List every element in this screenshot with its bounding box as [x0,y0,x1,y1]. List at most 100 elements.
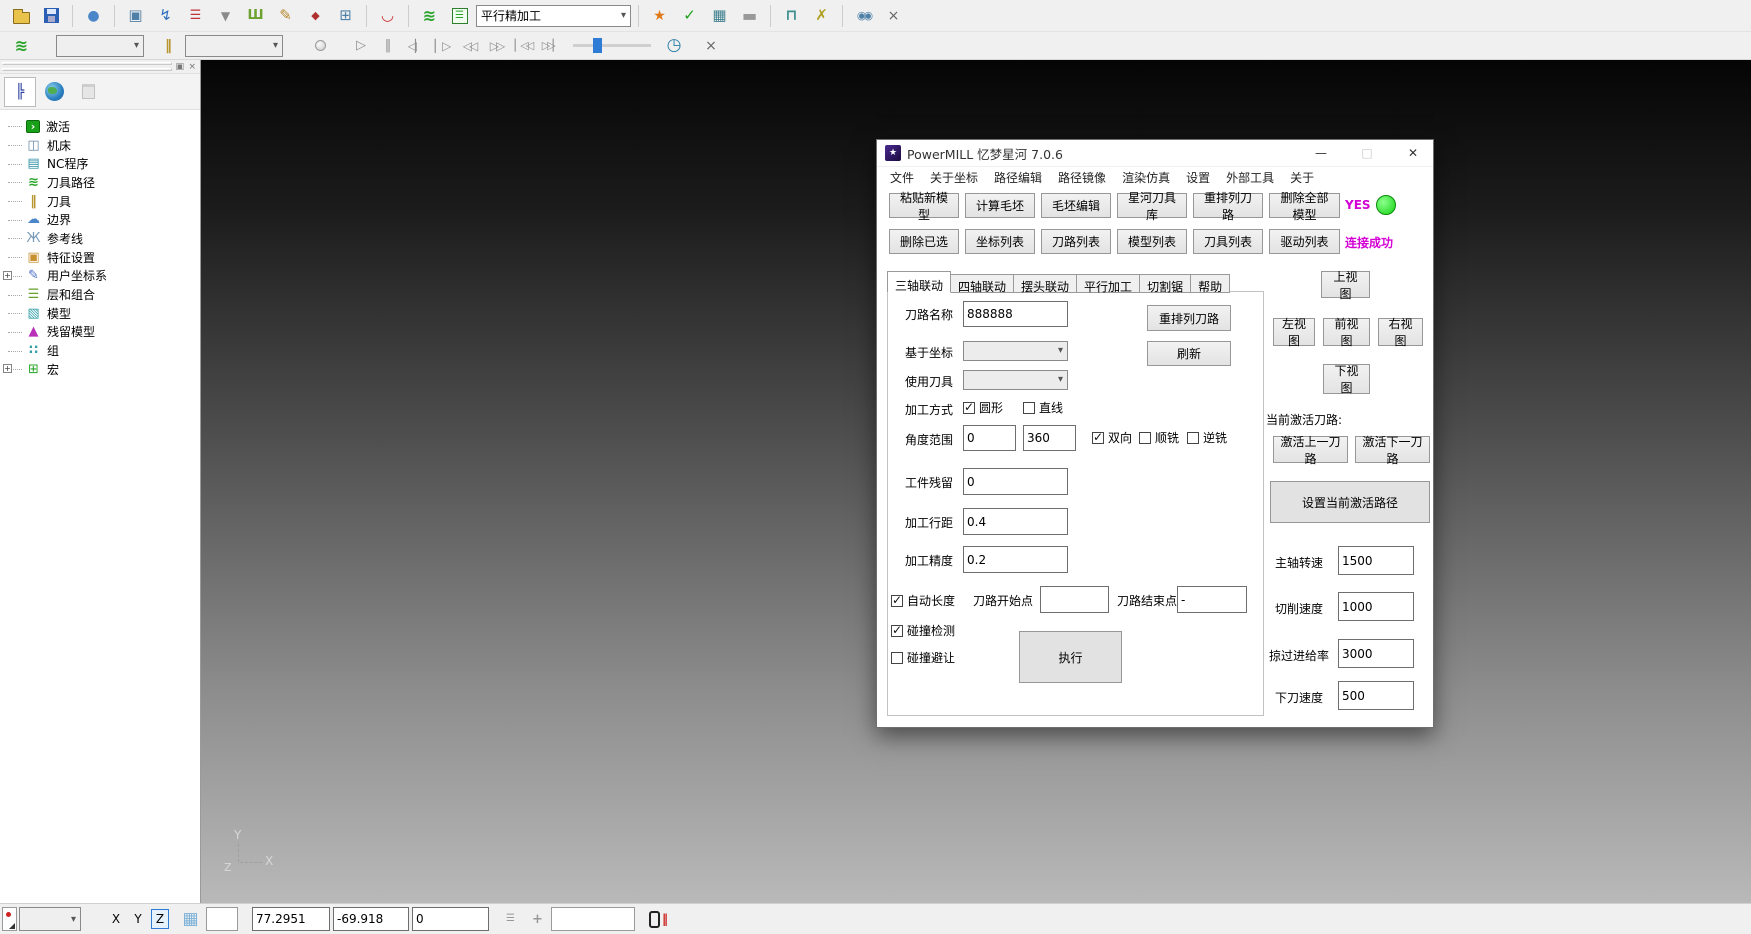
sim-toolpath-select[interactable] [56,35,144,57]
menu-settings[interactable]: 设置 [1186,169,1210,186]
rearrange-toolpaths-button[interactable]: 重排列刀路 [1193,193,1263,218]
block-icon[interactable] [122,3,149,29]
collision-check-icon[interactable] [646,3,673,29]
end-point-input[interactable] [1177,586,1247,613]
checkbox-icon[interactable] [1139,432,1151,444]
simulation-icon[interactable] [374,3,401,29]
spindle-speed-input[interactable] [1338,546,1414,575]
open-project-icon[interactable] [8,3,35,29]
tree-item-macros[interactable]: 宏 [0,360,200,379]
ruler-icon[interactable] [736,3,763,29]
top-view-button[interactable]: 上视图 [1321,271,1370,298]
checkbox-icon[interactable] [891,652,903,664]
tree-item-patterns[interactable]: 参考线 [0,229,200,248]
pattern-create-icon[interactable] [272,3,299,29]
angle-from-input[interactable] [963,425,1016,451]
sim-tool-icon[interactable] [155,33,182,59]
menu-render-sim[interactable]: 渲染仿真 [1122,169,1170,186]
block-edit-button[interactable]: 毛坯编辑 [1041,193,1111,218]
clock-icon[interactable] [662,35,686,57]
coord-x-input[interactable] [252,907,330,931]
axis-z-button[interactable]: Z [151,909,169,929]
tool-library-button[interactable]: 星河刀具库 [1117,193,1187,218]
checkbox-icon[interactable] [1023,402,1035,414]
toolpath-name-input[interactable] [963,301,1068,327]
bottom-view-button[interactable]: 下视图 [1323,364,1370,394]
start-point-input[interactable] [1040,586,1109,613]
plunge-speed-input[interactable] [1338,681,1414,710]
conventional-checkbox[interactable]: 逆铣 [1187,429,1227,446]
toolbar-close-icon[interactable] [699,35,723,57]
tree-item-feature-sets[interactable]: 特征设置 [0,248,200,267]
coord-list-button[interactable]: 坐标列表 [965,229,1035,254]
tab-help[interactable]: 帮助 [1191,274,1230,293]
menu-about[interactable]: 关于 [1290,169,1314,186]
cutting-speed-input[interactable] [1338,592,1414,621]
tool-create-icon[interactable] [212,3,239,29]
rearrange-button[interactable]: 重排列刀路 [1147,305,1231,331]
auto-length-checkbox[interactable]: 自动长度 [891,592,955,609]
strategy-list-icon[interactable] [446,3,473,29]
menu-path-mirror[interactable]: 路径镜像 [1058,169,1106,186]
drive-list-button[interactable]: 驱动列表 [1269,229,1340,254]
checkbox-icon[interactable] [1187,432,1199,444]
tab-explorer-tree[interactable] [4,77,36,107]
dock-float-icon[interactable]: ▣ [175,60,184,74]
mode-line-checkbox[interactable]: 直线 [1023,399,1063,416]
minimize-button[interactable]: — [1301,140,1341,166]
axis-x-button[interactable]: X [107,909,125,929]
step-back-icon[interactable] [403,35,427,57]
tree-item-levels[interactable]: 层和组合 [0,285,200,304]
close-button[interactable]: ✕ [1393,140,1433,166]
slider-knob[interactable] [593,38,602,53]
grid-toggle-icon[interactable] [177,906,204,932]
based-coord-select[interactable] [963,341,1068,361]
axis-y-button[interactable]: Y [129,909,147,929]
grid-size-box[interactable] [206,907,238,931]
activate-next-button[interactable]: 激活下一刀路 [1355,436,1430,463]
machining-strategy-select[interactable]: 平行精加工 [476,5,631,27]
menu-path-edit[interactable]: 路径编辑 [994,169,1042,186]
tab-parallel[interactable]: 平行加工 [1077,274,1140,293]
set-active-path-button[interactable]: 设置当前激活路径 [1270,481,1430,523]
feature-set-create-icon[interactable] [302,3,329,29]
coord-z-input[interactable] [412,907,489,931]
toolbar-close-icon[interactable] [880,3,907,29]
collision-check-checkbox[interactable]: 碰撞检测 [891,622,955,639]
calculator-icon[interactable] [706,3,733,29]
play-icon[interactable] [349,35,373,57]
tab-saw[interactable]: 切割锯 [1140,274,1191,293]
stepover-input[interactable] [963,508,1068,535]
go-to-end-icon[interactable] [538,35,562,57]
toolpath-spring-icon[interactable] [8,33,35,59]
menu-file[interactable]: 文件 [890,169,914,186]
checkbox-checked-icon[interactable] [1092,432,1104,444]
workplane-create-icon[interactable] [332,3,359,29]
tab-recycle[interactable] [72,77,104,107]
tree-item-tools[interactable]: 刀具 [0,192,200,211]
left-view-button[interactable]: 左视图 [1273,318,1315,346]
tree-item-activate[interactable]: 激活 [0,117,200,136]
rewind-icon[interactable] [457,35,481,57]
tab-swivel-head[interactable]: 摆头联动 [1014,274,1077,293]
expand-plus-icon[interactable] [3,271,12,280]
checkbox-checked-icon[interactable] [891,595,903,607]
checkbox-checked-icon[interactable] [963,402,975,414]
tree-item-stock-models[interactable]: 残留模型 [0,323,200,342]
tab-world[interactable] [38,77,70,107]
paste-new-model-button[interactable]: 粘贴新模型 [889,193,959,218]
lightbulb-icon[interactable] [308,35,332,57]
toolpath-spring-icon[interactable] [416,3,443,29]
right-view-button[interactable]: 右视图 [1378,318,1423,346]
menu-external-tools[interactable]: 外部工具 [1226,169,1274,186]
climb-checkbox[interactable]: 顺铣 [1139,429,1179,446]
tab-3axis[interactable]: 三轴联动 [887,271,951,293]
tree-item-toolpaths[interactable]: 刀具路径 [0,173,200,192]
stock-icon[interactable] [850,3,877,29]
clamp-icon[interactable] [778,3,805,29]
expand-plus-icon[interactable] [3,364,12,373]
use-tool-select[interactable] [963,370,1068,390]
tree-item-machine[interactable]: 机床 [0,136,200,155]
workplane-compass-icon[interactable] [524,906,551,932]
fast-forward-icon[interactable] [484,35,508,57]
